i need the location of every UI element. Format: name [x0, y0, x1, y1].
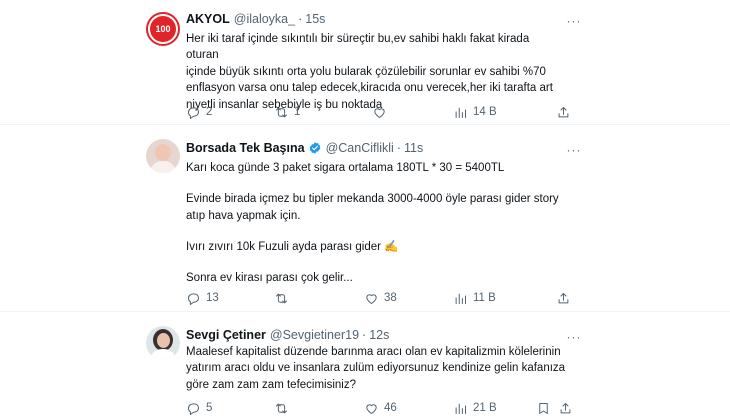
tweet-paragraph: Evinde birada içmez bu tipler mekanda 30… — [186, 193, 559, 222]
retweet-icon — [276, 107, 287, 117]
heart-icon — [366, 293, 377, 304]
share-icon — [560, 402, 571, 413]
analytics-icon — [455, 107, 466, 118]
author-handle[interactable]: @ilaloyka_ — [234, 12, 295, 26]
avatar[interactable] — [146, 139, 180, 173]
retweet-button[interactable] — [274, 289, 294, 307]
tweet-actions: 13 38 11 B — [186, 289, 586, 307]
like-count: 38 — [384, 292, 397, 304]
views-count: 14 B — [473, 106, 497, 118]
tweet-actions: 5 46 21 B — [186, 399, 586, 417]
views-count: 21 B — [473, 402, 497, 414]
verified-badge-icon — [309, 142, 320, 154]
tweet-1[interactable]: 100 AKYOL @ilaloyka_ · 15s ··· Her iki t… — [0, 0, 730, 125]
share-button[interactable] — [556, 103, 571, 121]
retweet-icon — [276, 293, 287, 303]
separator-dot: · — [298, 12, 303, 26]
tweet-actions: 2 1 14 B — [186, 103, 586, 121]
reply-count: 5 — [206, 402, 213, 414]
more-options-icon[interactable]: ··· — [566, 330, 582, 344]
tweet-paragraph: Karı koca günde 3 paket sigara ortalama … — [186, 162, 505, 174]
retweet-icon — [276, 403, 287, 413]
avatar-face — [157, 333, 170, 348]
like-button[interactable]: 38 — [364, 289, 397, 307]
more-options-icon[interactable]: ··· — [566, 14, 582, 28]
timestamp[interactable]: 12s — [369, 328, 389, 342]
tweet-text: Maalesef kapitalist düzende barınma arac… — [186, 344, 586, 393]
tweet-3[interactable]: Sevgi Çetiner @Sevgietiner19 · 12s ··· M… — [0, 312, 730, 420]
retweet-button[interactable] — [274, 399, 294, 417]
tweet-text-line: göre zam zam zam tefecimisiniz? — [186, 378, 356, 391]
tweet-header: AKYOL @ilaloyka_ · 15s — [186, 12, 325, 26]
avatar[interactable]: 100 — [146, 12, 180, 46]
reply-icon — [188, 402, 199, 415]
tweet-text-line: Her iki taraf içinde sıkıntılı bir süreç… — [186, 33, 533, 62]
like-button[interactable] — [372, 103, 392, 121]
heart-icon — [374, 107, 385, 118]
author-handle[interactable]: @Sevgietiner19 — [270, 328, 359, 342]
reply-count: 2 — [206, 106, 213, 118]
author-name[interactable]: Borsada Tek Başına — [186, 141, 305, 155]
tweet-header: Sevgi Çetiner @Sevgietiner19 · 12s — [186, 328, 389, 342]
avatar-body — [150, 349, 176, 360]
tweet-2[interactable]: Borsada Tek Başına @CanCiflikli · 11s ··… — [0, 125, 730, 312]
avatar-logo-text: 100 — [155, 24, 171, 34]
reply-button[interactable]: 5 — [186, 399, 212, 417]
like-button[interactable]: 46 — [364, 399, 397, 417]
tweet-text-line: yatırım aracı oldu ve insanlara zulüm ed… — [186, 362, 566, 375]
retweet-count: 1 — [294, 106, 301, 118]
views-count: 11 B — [473, 292, 496, 304]
tweet-header: Borsada Tek Başına @CanCiflikli · 11s — [186, 141, 423, 155]
analytics-icon — [455, 293, 466, 304]
analytics-icon — [455, 403, 466, 414]
reply-icon — [188, 292, 199, 305]
timestamp[interactable]: 11s — [404, 141, 423, 155]
reply-icon — [188, 106, 199, 119]
tweet-text-line: içinde büyük sıkıntı orta yolu bularak ç… — [186, 65, 546, 78]
tweet-paragraph: Ivırı zıvırı 10k Fuzuli ayda parası gide… — [186, 241, 399, 254]
reply-button[interactable]: 2 — [186, 103, 212, 121]
bookmark-button[interactable] — [536, 399, 551, 417]
avatar[interactable] — [146, 326, 180, 360]
author-name[interactable]: Sevgi Çetiner — [186, 328, 266, 342]
separator-dot: · — [396, 141, 402, 155]
views-button[interactable]: 11 B — [453, 289, 496, 307]
avatar-body — [150, 161, 176, 173]
views-button[interactable]: 14 B — [453, 103, 497, 121]
reply-count: 13 — [206, 292, 219, 304]
timestamp[interactable]: 15s — [305, 12, 325, 26]
like-count: 46 — [384, 402, 397, 414]
tweet-text: Her iki taraf içinde sıkıntılı bir süreç… — [186, 31, 556, 113]
author-handle[interactable]: @CanCiflikli — [326, 141, 394, 155]
share-button[interactable] — [556, 289, 571, 307]
author-name[interactable]: AKYOL — [186, 12, 230, 26]
share-icon — [558, 106, 569, 117]
share-icon — [558, 292, 569, 303]
tweet-text: Karı koca günde 3 paket sigara ortalama … — [186, 160, 586, 286]
tweet-text-line: Maalesef kapitalist düzende barınma arac… — [186, 346, 561, 358]
avatar-face — [155, 144, 171, 161]
retweet-button[interactable]: 1 — [274, 103, 300, 121]
tweet-text-line: enflasyon varsa onu talep edecek,kiracıd… — [186, 82, 553, 95]
separator-dot: · — [362, 328, 367, 342]
bookmark-icon — [539, 402, 548, 414]
reply-button[interactable]: 13 — [186, 289, 219, 307]
more-options-icon[interactable]: ··· — [566, 143, 582, 157]
views-button[interactable]: 21 B — [453, 399, 497, 417]
tweet-paragraph: Sonra ev kirası parası çok gelir... — [186, 271, 353, 284]
heart-icon — [366, 403, 377, 414]
share-button[interactable] — [558, 399, 573, 417]
